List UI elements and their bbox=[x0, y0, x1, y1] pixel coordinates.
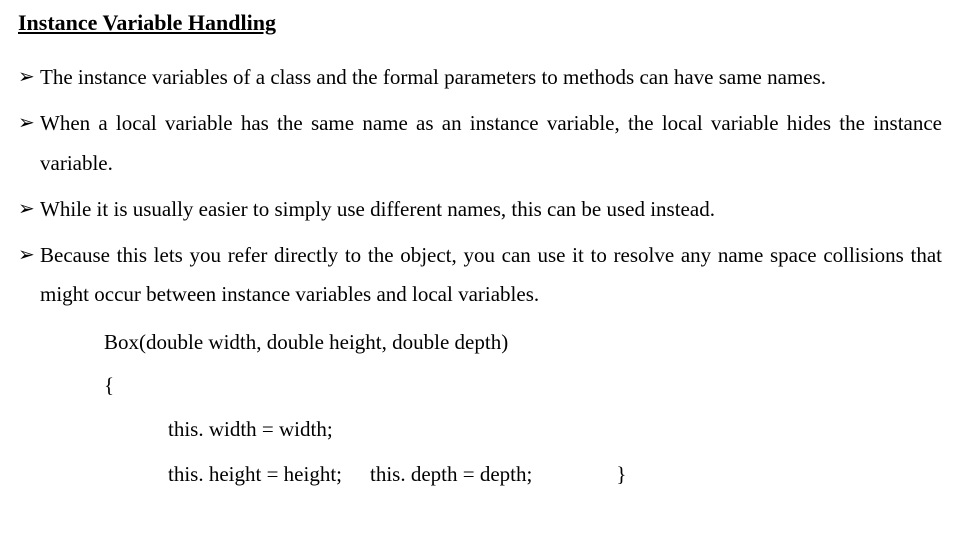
bullet-text: Because this lets you refer directly to … bbox=[40, 243, 942, 307]
code-statements: this. width = width; this. height = heig… bbox=[104, 407, 942, 495]
bullet-item: ➢ While it is usually easier to simply u… bbox=[18, 190, 942, 230]
code-open-brace: { bbox=[104, 364, 942, 407]
code-fragment: this. height = height; bbox=[168, 452, 342, 496]
chevron-right-icon: ➢ bbox=[18, 236, 35, 274]
code-signature: Box(double width, double height, double … bbox=[104, 321, 942, 364]
bullet-item: ➢ The instance variables of a class and … bbox=[18, 58, 942, 98]
code-close-brace: } bbox=[616, 452, 626, 496]
bullet-item: ➢ Because this lets you refer directly t… bbox=[18, 236, 942, 316]
bullet-item: ➢ When a local variable has the same nam… bbox=[18, 104, 942, 184]
bullet-text: When a local variable has the same name … bbox=[40, 111, 942, 175]
code-line: this. height = height; this. depth = dep… bbox=[168, 452, 942, 496]
code-block: Box(double width, double height, double … bbox=[18, 321, 942, 495]
code-fragment: this. depth = depth; bbox=[370, 452, 532, 496]
section-heading: Instance Variable Handling bbox=[18, 10, 942, 36]
bullet-list: ➢ The instance variables of a class and … bbox=[18, 58, 942, 315]
document-page: Instance Variable Handling ➢ The instanc… bbox=[0, 0, 960, 496]
chevron-right-icon: ➢ bbox=[18, 58, 35, 96]
chevron-right-icon: ➢ bbox=[18, 104, 35, 142]
bullet-text: While it is usually easier to simply use… bbox=[40, 197, 715, 221]
code-line: this. width = width; bbox=[168, 407, 942, 451]
bullet-text: The instance variables of a class and th… bbox=[40, 65, 826, 89]
chevron-right-icon: ➢ bbox=[18, 190, 35, 228]
